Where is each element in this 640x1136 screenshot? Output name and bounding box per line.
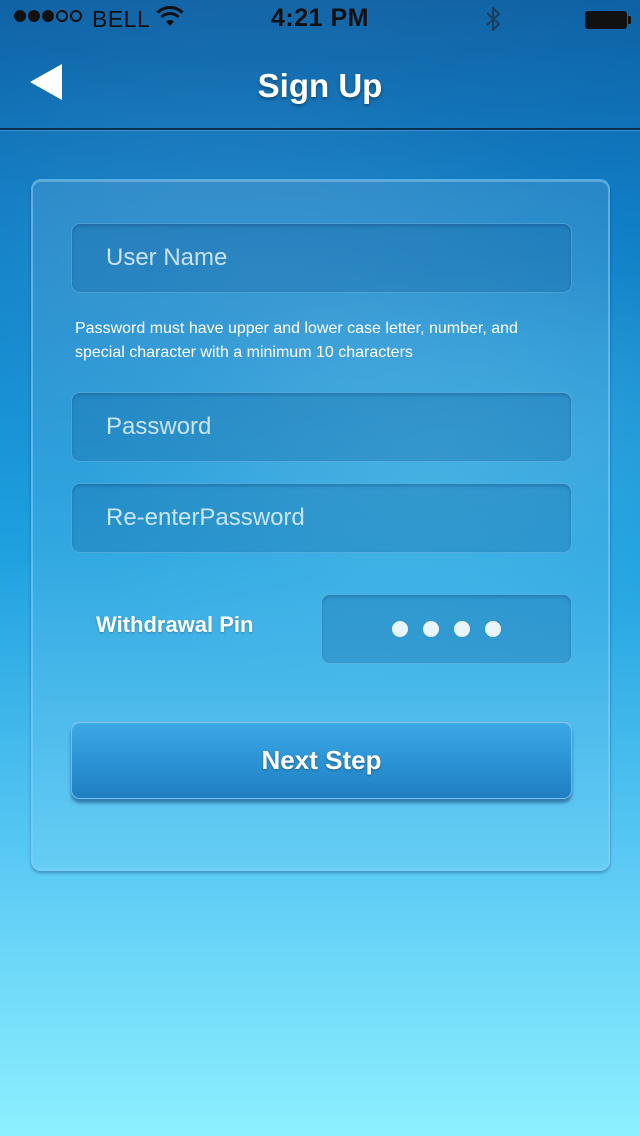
pin-digit-dot (485, 621, 501, 637)
battery-icon (585, 11, 631, 29)
password-requirements-hint: Password must have upper and lower case … (75, 320, 518, 361)
withdrawal-pin-input[interactable] (321, 594, 572, 664)
password-input[interactable] (72, 393, 571, 461)
navigation-bar: Sign Up (0, 38, 640, 130)
next-step-button[interactable]: Next Step (71, 721, 572, 799)
username-input[interactable] (72, 224, 571, 292)
clock: 4:21 PM (271, 4, 369, 32)
page-title: Sign Up (257, 67, 383, 104)
pin-digit-dot (454, 621, 470, 637)
reenter-password-field-container (71, 483, 572, 553)
pin-digit-dot (423, 621, 439, 637)
reenter-password-input[interactable] (72, 484, 571, 552)
signup-form-card: Password must have upper and lower case … (31, 179, 610, 871)
password-field-container (71, 392, 572, 462)
withdrawal-pin-label: Withdrawal Pin (96, 612, 254, 637)
username-field-container (71, 223, 572, 293)
bluetooth-icon (486, 7, 500, 31)
status-bar: BELL 4:21 PM (0, 0, 640, 38)
pin-digit-dot (392, 621, 408, 637)
